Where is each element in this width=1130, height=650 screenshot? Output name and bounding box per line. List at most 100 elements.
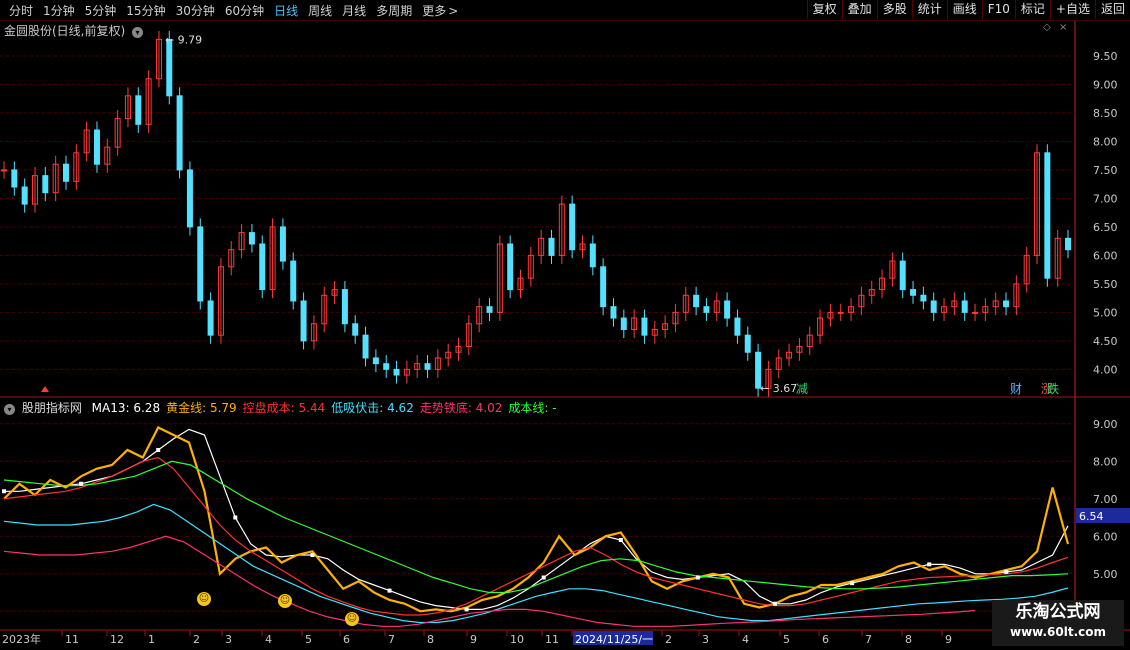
candle-body [1003, 300, 1010, 308]
candle-body [641, 317, 648, 336]
ma13-point [618, 538, 623, 542]
ma13-point [850, 581, 855, 586]
candle-body [362, 334, 369, 359]
candle-body [197, 226, 204, 302]
candle-body [837, 311, 844, 314]
candle-body [62, 163, 69, 182]
y-tick-label-main: 8.50 [1093, 107, 1118, 120]
candle-body [920, 294, 927, 302]
x-tick-label: 6 [343, 633, 350, 646]
x-tick-label: 3 [225, 633, 232, 646]
ma13-point [927, 562, 932, 567]
chevron-down-icon[interactable]: ▾ [4, 404, 15, 415]
candle-body [341, 289, 348, 325]
ma13-point [695, 575, 700, 580]
y-tick-label-main: 6.50 [1093, 221, 1118, 234]
x-tick-label: 6 [822, 633, 829, 646]
candle-body [548, 237, 555, 256]
marker-jian: 减 [796, 382, 808, 396]
y-tick-label-main: 7.00 [1093, 192, 1118, 205]
y-tick-label-indicator: 9.00 [1093, 418, 1118, 431]
close-icon[interactable]: × [1059, 22, 1067, 33]
y-tick-label-indicator: 7.00 [1093, 493, 1118, 506]
candle-body [135, 95, 142, 125]
main-panel-title: 金圆股份(日线,前复权) [4, 24, 126, 38]
y-tick-label-indicator: 8.00 [1093, 455, 1118, 468]
diamond-icon[interactable]: ◇ [1043, 22, 1051, 33]
y-tick-label-indicator: 5.00 [1093, 568, 1118, 581]
indicator-legend-3: 低吸伏击: 4.62 [331, 401, 414, 415]
y-tick-label-main: 5.50 [1093, 278, 1118, 291]
candle-body [589, 243, 596, 268]
candle-body [248, 232, 255, 245]
x-tick-label: 11 [65, 633, 79, 646]
candle-body [620, 317, 627, 330]
x-tick-label: 3 [702, 633, 709, 646]
candle-body [372, 357, 379, 365]
candle-body [910, 289, 917, 296]
smiley-icon: ☺ [278, 594, 292, 608]
candle-body [744, 334, 751, 353]
indicator-legend-5: 成本线: - [508, 401, 557, 415]
candle-body [507, 243, 514, 291]
y-tick-label-main: 4.50 [1093, 335, 1118, 348]
y-tick-label-main: 6.00 [1093, 249, 1118, 262]
x-tick-label: 5 [783, 633, 790, 646]
candle-body [930, 300, 937, 313]
candle-body [486, 306, 493, 313]
candle-body [186, 169, 193, 228]
smiley-icon: ☺ [345, 612, 359, 626]
candle-body [1065, 237, 1071, 251]
candle-body [166, 38, 173, 97]
chevron-down-icon[interactable]: ▾ [132, 27, 144, 38]
y-tick-label-main: 5.00 [1093, 306, 1118, 319]
x-tick-label: 5 [305, 633, 312, 646]
x-tick-label: 2 [193, 633, 200, 646]
y-tick-label-main: 7.50 [1093, 164, 1118, 177]
ma13-point [773, 601, 778, 606]
ma13-point [79, 481, 84, 486]
series-line-4 [3, 535, 976, 627]
ma13-point [156, 448, 161, 452]
candle-body [1044, 152, 1051, 279]
candle-body [1, 169, 7, 172]
indicator-legend-0: MA13: 6.28 [91, 401, 161, 415]
x-tick-label: 1 [148, 633, 155, 646]
y-tick-label-main: 9.00 [1093, 78, 1118, 91]
y-tick-label-main: 8.00 [1093, 135, 1118, 148]
ma13-point [1004, 569, 1009, 574]
ma13-point [464, 607, 469, 612]
candle-body [693, 294, 700, 308]
candle-body [259, 243, 266, 291]
y-tick-label-main: 4.00 [1093, 363, 1118, 376]
indicator-legend-2: 控盘成本: 5.44 [242, 401, 326, 415]
watermark: 乐淘公式网 www.60lt.com [992, 600, 1124, 646]
up-arrow-icon [41, 386, 49, 392]
main-panel-header: 金圆股份(日线,前复权) ▾ [4, 22, 144, 39]
low-label: ← 3.67 [760, 382, 797, 395]
marker-die: 跌 [1047, 381, 1059, 396]
candle-body [207, 300, 214, 336]
indicator-legend-4: 走势铁底: 4.02 [419, 401, 503, 415]
x-tick-label: 2023年 [2, 632, 41, 646]
current-value-label: 6.54 [1079, 510, 1104, 523]
candle-body [724, 300, 731, 319]
candle-body [42, 175, 49, 194]
candle-body [176, 95, 183, 171]
indicator-header: ▾ 股朋指标网 MA13: 6.28 黄金线: 5.79 控盘成本: 5.44 低吸伏… [4, 399, 557, 416]
series-line-5 [3, 460, 1069, 594]
candle-body [93, 129, 100, 165]
candle-body [424, 363, 431, 370]
stock-chart: 4.00 4.50 5.00 5.50 6.00 6.50 7.00 7.50 8.00 8.50… [0, 21, 1130, 646]
x-tick-label: 9 [945, 633, 952, 646]
ma13-point [541, 575, 546, 580]
x-tick-label: 8 [905, 633, 912, 646]
candle-body [21, 186, 28, 205]
indicator-legend-1: 黄金线: 5.79 [166, 401, 237, 415]
x-tick-label: 2 [665, 633, 672, 646]
candle-body [11, 169, 18, 188]
candle-body [383, 363, 390, 370]
watermark-line2: www.60lt.com [1009, 625, 1107, 639]
candle-body [352, 323, 359, 336]
candle-body [569, 203, 576, 251]
